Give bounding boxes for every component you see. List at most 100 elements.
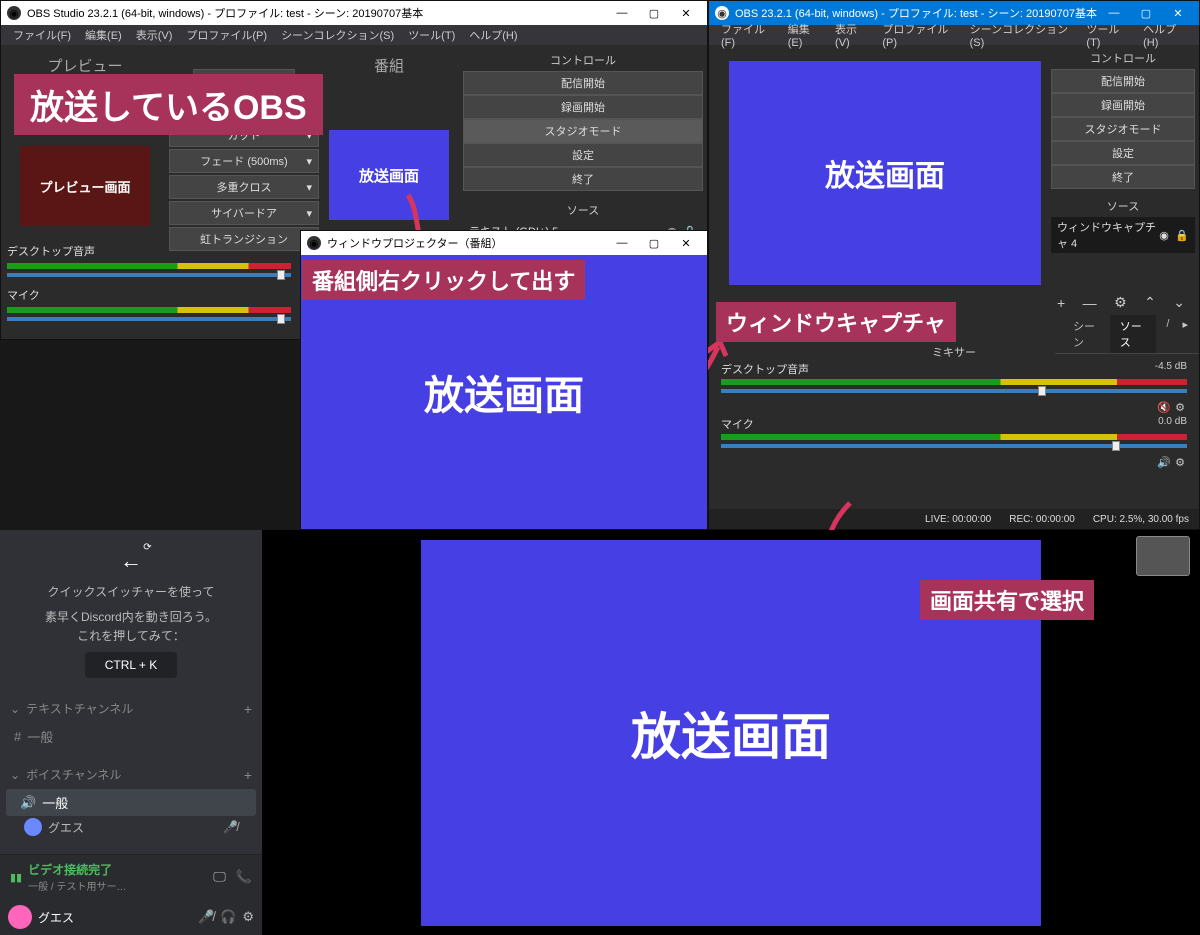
studio-mode-button[interactable]: スタジオモード [1051, 117, 1195, 141]
speaker-icon[interactable]: 🔊 [1157, 456, 1171, 469]
menu-profile[interactable]: プロファイル(P) [180, 25, 273, 45]
mixer-desktop-slider[interactable] [7, 273, 291, 277]
mx1-label: デスクトップ音声 [721, 361, 809, 377]
projector-titlebar[interactable]: ◉ ウィンドウプロジェクター（番組） — ▢ ✕ [301, 231, 707, 255]
eye-icon[interactable]: ◉ [1157, 229, 1171, 242]
obs2-menubar: ファイル(F) 編集(E) 表示(V) プロファイル(P) シーンコレクション(… [709, 25, 1199, 45]
self-view-thumbnail[interactable] [1136, 536, 1190, 576]
menu-tools[interactable]: ツール(T) [402, 25, 461, 45]
menu-help[interactable]: ヘルプ(H) [463, 25, 523, 45]
lock-icon[interactable]: 🔒 [1175, 229, 1189, 242]
chevron-down-icon: ▾ [306, 155, 312, 168]
mx2-label: マイク [721, 416, 754, 432]
voice-channels-header[interactable]: ⌄ ボイスチャンネル + [0, 760, 262, 789]
start-stream-button[interactable]: 配信開始 [1051, 69, 1195, 93]
gear-icon[interactable]: ⚙ [1175, 401, 1185, 414]
status-live: LIVE: 00:00:00 [925, 514, 991, 525]
close-button[interactable]: ✕ [671, 233, 701, 253]
voice-user[interactable]: グエス 🎤̸ [0, 816, 262, 838]
mx2-meter [721, 434, 1187, 440]
maximize-button[interactable]: ▢ [639, 233, 669, 253]
mixer-mic-slider[interactable] [7, 317, 291, 321]
up-icon[interactable]: ⌃ [1144, 294, 1156, 311]
mx1-slider[interactable] [721, 389, 1187, 393]
gear-icon[interactable]: ⚙ [1114, 294, 1127, 311]
obs-icon: ◉ [7, 6, 21, 20]
settings-button[interactable]: 設定 [1051, 141, 1195, 165]
projector-title: ウィンドウプロジェクター（番組） [327, 235, 607, 251]
voice-sub: 一般 / テスト用サー… [28, 878, 213, 893]
text-channels-header[interactable]: ⌄ テキストチャンネル + [0, 694, 262, 723]
trans-multi[interactable]: 多重クロス▾ [169, 175, 319, 199]
preview-thumbnail[interactable]: プレビュー画面 [20, 146, 150, 226]
switcher-tip-1: クイックスイッチャーを使って [8, 584, 254, 601]
trans-fade[interactable]: フェード (500ms)▾ [169, 149, 319, 173]
remove-icon[interactable]: — [1083, 295, 1097, 311]
add-channel-icon[interactable]: + [244, 701, 252, 717]
headphones-icon[interactable]: 🎧 [220, 909, 236, 925]
discord-sidebar: ← ⟳ クイックスイッチャーを使って 素早くDiscord内を動き回ろう。 これ… [0, 530, 262, 935]
start-stream-button[interactable]: 配信開始 [463, 71, 703, 95]
source-item[interactable]: ウィンドウキャプチャ 4 ◉🔒 [1051, 217, 1195, 253]
obs-icon: ◉ [307, 236, 321, 250]
status-cpu: CPU: 2.5%, 30.00 fps [1093, 514, 1189, 525]
mx2-slider[interactable] [721, 444, 1187, 448]
program-thumbnail[interactable]: 放送画面 [329, 130, 449, 220]
mx1-db: -4.5 dB [1155, 361, 1187, 377]
mic-icon[interactable]: 🎤̸ [198, 909, 214, 925]
exit-button[interactable]: 終了 [1051, 165, 1195, 189]
signal-icon: ▮▮ [10, 871, 22, 884]
mixer-head: ミキサー [709, 341, 1199, 363]
studio-mode-button[interactable]: スタジオモード [463, 119, 703, 143]
menu-file[interactable]: ファイル(F) [715, 19, 780, 51]
chevron-down-icon: ▾ [306, 207, 312, 220]
mx2-db: 0.0 dB [1158, 416, 1187, 432]
bottom-username: グエス [38, 909, 192, 926]
hotkey-button[interactable]: CTRL + K [85, 652, 178, 678]
menu-file[interactable]: ファイル(F) [7, 25, 77, 45]
mixer-desktop-meter [7, 263, 291, 269]
menu-edit[interactable]: 編集(E) [79, 25, 128, 45]
minimize-button[interactable]: — [607, 233, 637, 253]
menu-profile[interactable]: プロファイル(P) [876, 19, 961, 51]
close-button[interactable]: ✕ [671, 3, 701, 23]
start-record-button[interactable]: 録画開始 [463, 95, 703, 119]
add-channel-icon[interactable]: + [244, 767, 252, 783]
menu-scene-collection[interactable]: シーンコレクション(S) [275, 25, 400, 45]
trans-cyber[interactable]: サイバードア▾ [169, 201, 319, 225]
screenshare-icon[interactable]: 🖵 [213, 869, 226, 885]
voice-channel[interactable]: 🔊 一般 [6, 789, 256, 816]
add-icon[interactable]: + [1057, 295, 1065, 311]
back-arrow-icon[interactable]: ← ⟳ [8, 548, 254, 574]
voice-status-panel: ▮▮ ビデオ接続完了 一般 / テスト用サー… 🖵 📞 [0, 854, 262, 899]
controls-head: コントロール [463, 49, 703, 71]
avatar [24, 818, 42, 836]
speaker-icon: 🔊 [20, 795, 36, 811]
start-record-button[interactable]: 録画開始 [1051, 93, 1195, 117]
mixer-mic-label: マイク [1, 285, 297, 305]
obs1-title: OBS Studio 23.2.1 (64-bit, windows) - プロ… [27, 5, 607, 21]
hangup-icon[interactable]: 📞 [236, 869, 252, 885]
text-channel[interactable]: # 一般 [0, 723, 262, 750]
exit-button[interactable]: 終了 [463, 167, 703, 191]
down-icon[interactable]: ⌄ [1173, 294, 1185, 311]
switcher-tip-2: 素早くDiscord内を動き回ろう。 [8, 609, 254, 626]
chevron-down-icon: ⌄ [10, 768, 20, 782]
gear-icon[interactable]: ⚙ [1175, 456, 1185, 469]
chevron-down-icon: ⌄ [10, 702, 20, 716]
mixer-mic-meter [7, 307, 291, 313]
annotation-broadcasting-obs: 放送しているOBS [14, 74, 323, 135]
menu-view[interactable]: 表示(V) [130, 25, 179, 45]
controls-head: コントロール [1051, 47, 1195, 69]
minimize-button[interactable]: — [607, 3, 637, 23]
obs1-titlebar[interactable]: ◉ OBS Studio 23.2.1 (64-bit, windows) - … [1, 1, 707, 25]
maximize-button[interactable]: ▢ [639, 3, 669, 23]
mic-mute-icon[interactable]: 🎤̸ [223, 820, 238, 834]
menu-edit[interactable]: 編集(E) [782, 19, 827, 51]
menu-view[interactable]: 表示(V) [829, 19, 874, 51]
speaker-mute-icon[interactable]: 🔇 [1157, 401, 1171, 414]
chevron-down-icon: ▾ [306, 181, 312, 194]
obs2-program[interactable]: 放送画面 [729, 61, 1041, 285]
settings-button[interactable]: 設定 [463, 143, 703, 167]
settings-gear-icon[interactable]: ⚙ [242, 909, 254, 925]
